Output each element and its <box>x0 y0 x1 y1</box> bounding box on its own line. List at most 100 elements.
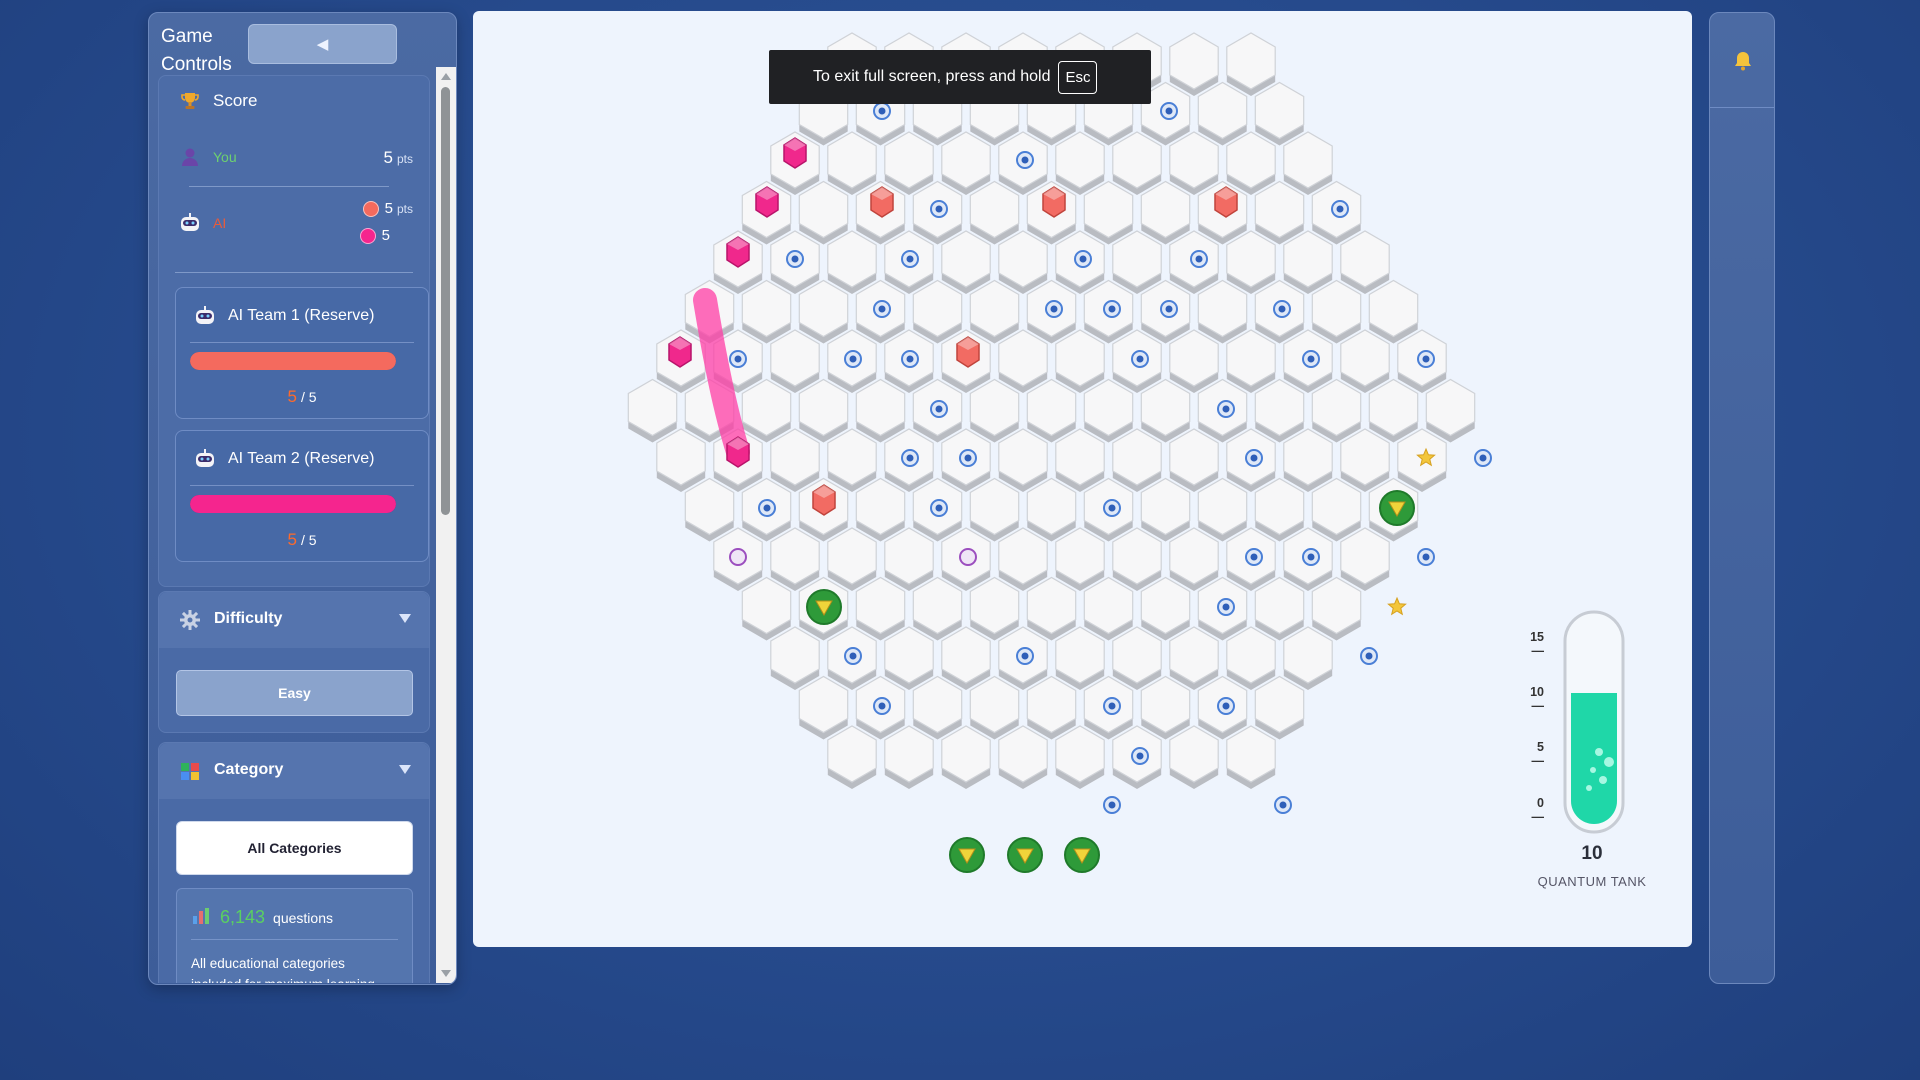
eye-token-icon <box>1417 548 1435 566</box>
game-board-panel <box>473 11 1692 947</box>
chevron-down-icon <box>399 765 411 774</box>
panel-scrollbar[interactable] <box>436 67 456 983</box>
eye-token-icon <box>1245 548 1263 566</box>
difficulty-header[interactable]: Difficulty <box>159 592 429 648</box>
category-title: Category <box>214 761 284 778</box>
bubble <box>1590 767 1596 773</box>
ai-team2-points: 5 <box>359 227 390 244</box>
ai-team-1-card: AI Team 1 (Reserve) 5/ 5 <box>175 287 429 419</box>
green-arrow-token-icon <box>1379 490 1415 526</box>
ai-team-2-card: AI Team 2 (Reserve) 5/ 5 <box>175 430 429 562</box>
green-arrow-token-icon <box>1007 837 1043 873</box>
ai-team-2-progress-track <box>190 495 396 513</box>
category-header[interactable]: Category <box>159 743 429 799</box>
ai-team-1-header: AI Team 1 (Reserve) <box>194 305 374 327</box>
eye-token-icon <box>1045 300 1063 318</box>
question-count-label: questions <box>273 909 333 926</box>
fullscreen-toast: To exit full screen, press and hold Esc <box>769 50 1151 104</box>
panel-scroll-area[interactable]: Score You 5 pts AI 5 pts 5 AI Team 1 (Re… <box>149 75 434 983</box>
score-header: Score <box>179 90 257 112</box>
collapse-panel-button[interactable]: ◀ <box>248 24 397 64</box>
team-divider <box>190 342 414 343</box>
difficulty-easy-button[interactable]: Easy <box>176 670 413 716</box>
eye-token-icon <box>1160 102 1178 120</box>
ai-team2-points-value: 5 <box>381 227 390 244</box>
team2-gem-icon <box>668 336 692 368</box>
fullscreen-message: To exit full screen, press and hold <box>813 68 1051 85</box>
ai-team-1-total: / 5 <box>300 389 317 405</box>
team1-gem-icon <box>1214 186 1238 218</box>
eye-token-icon <box>1103 796 1121 814</box>
category-blocks-icon <box>179 760 201 787</box>
category-section: Category All Categories 6,143 questions … <box>158 742 430 983</box>
team1-gem-icon <box>870 186 894 218</box>
player-points-value: 5 <box>383 148 393 167</box>
quantum-tank-gauge <box>1563 610 1625 834</box>
category-description: All educational categories included for … <box>191 956 375 983</box>
skull-token-icon <box>959 548 977 566</box>
team2-gem-icon <box>726 436 750 468</box>
team2-gem-icon <box>783 137 807 169</box>
ai-team-1-label: AI Team 1 (Reserve) <box>228 307 375 324</box>
game-controls-panel: Game Controls ◀ Score You 5 pts AI 5 pts… <box>148 12 457 985</box>
right-side-panel <box>1709 12 1775 984</box>
eye-token-icon <box>1360 647 1378 665</box>
player-score-row: You <box>179 146 237 168</box>
scrollbar-thumb[interactable] <box>441 87 450 515</box>
ai-team-2-header: AI Team 2 (Reserve) <box>194 448 374 470</box>
question-divider <box>191 939 398 940</box>
ai-team-2-progress-fill <box>190 495 396 513</box>
gear-icon <box>179 609 201 636</box>
panel-title: Game Controls <box>161 23 241 79</box>
green-arrow-token-icon <box>949 837 985 873</box>
eye-token-icon <box>901 449 919 467</box>
hex-game-board[interactable] <box>473 11 1692 947</box>
panel-header: Game Controls ◀ <box>149 13 456 75</box>
ai-team-2-label: AI Team 2 (Reserve) <box>228 450 375 467</box>
robot-icon <box>194 448 216 470</box>
tank-tick-15: 15 — <box>1530 630 1544 658</box>
eye-token-icon <box>930 200 948 218</box>
star-token-icon <box>1387 596 1407 616</box>
question-info-card: 6,143 questions All educational categori… <box>176 888 413 983</box>
eye-token-icon <box>1274 796 1292 814</box>
score-title: Score <box>213 91 258 110</box>
esc-key: Esc <box>1058 60 1098 94</box>
team2-gem-icon <box>755 186 779 218</box>
eye-token-icon <box>844 350 862 368</box>
score-divider-2 <box>175 272 413 273</box>
difficulty-title: Difficulty <box>214 610 283 627</box>
eye-token-icon <box>901 350 919 368</box>
eye-token-icon <box>873 697 891 715</box>
scroll-up-arrow-icon[interactable] <box>441 73 451 80</box>
team2-color-dot <box>359 227 376 244</box>
team2-gem-icon <box>726 236 750 268</box>
eye-token-icon <box>1160 300 1178 318</box>
team1-gem-icon <box>956 336 980 368</box>
eye-token-icon <box>873 102 891 120</box>
bubble <box>1586 785 1592 791</box>
ai-score-row: AI <box>179 212 226 234</box>
eye-token-icon <box>1103 499 1121 517</box>
tank-value: 10 <box>1581 843 1603 864</box>
question-count: 6,143 <box>220 907 266 927</box>
chevron-down-icon <box>399 614 411 623</box>
eye-token-icon <box>1103 697 1121 715</box>
eye-token-icon <box>844 647 862 665</box>
all-categories-button[interactable]: All Categories <box>176 821 413 875</box>
eye-token-icon <box>1016 151 1034 169</box>
bell-icon[interactable] <box>1732 50 1754 77</box>
eye-token-icon <box>1302 548 1320 566</box>
eye-token-icon <box>1074 250 1092 268</box>
green-arrow-token-icon <box>806 589 842 625</box>
eye-token-icon <box>1245 449 1263 467</box>
scroll-down-arrow-icon[interactable] <box>441 970 451 977</box>
eye-token-icon <box>1302 350 1320 368</box>
user-icon <box>179 146 201 168</box>
skull-token-icon <box>729 548 747 566</box>
ai-name: AI <box>213 215 227 231</box>
ai-team-1-current: 5 <box>287 387 297 406</box>
eye-token-icon <box>1131 747 1149 765</box>
player-points-unit: pts <box>396 152 413 166</box>
difficulty-section: Difficulty Easy <box>158 591 430 733</box>
